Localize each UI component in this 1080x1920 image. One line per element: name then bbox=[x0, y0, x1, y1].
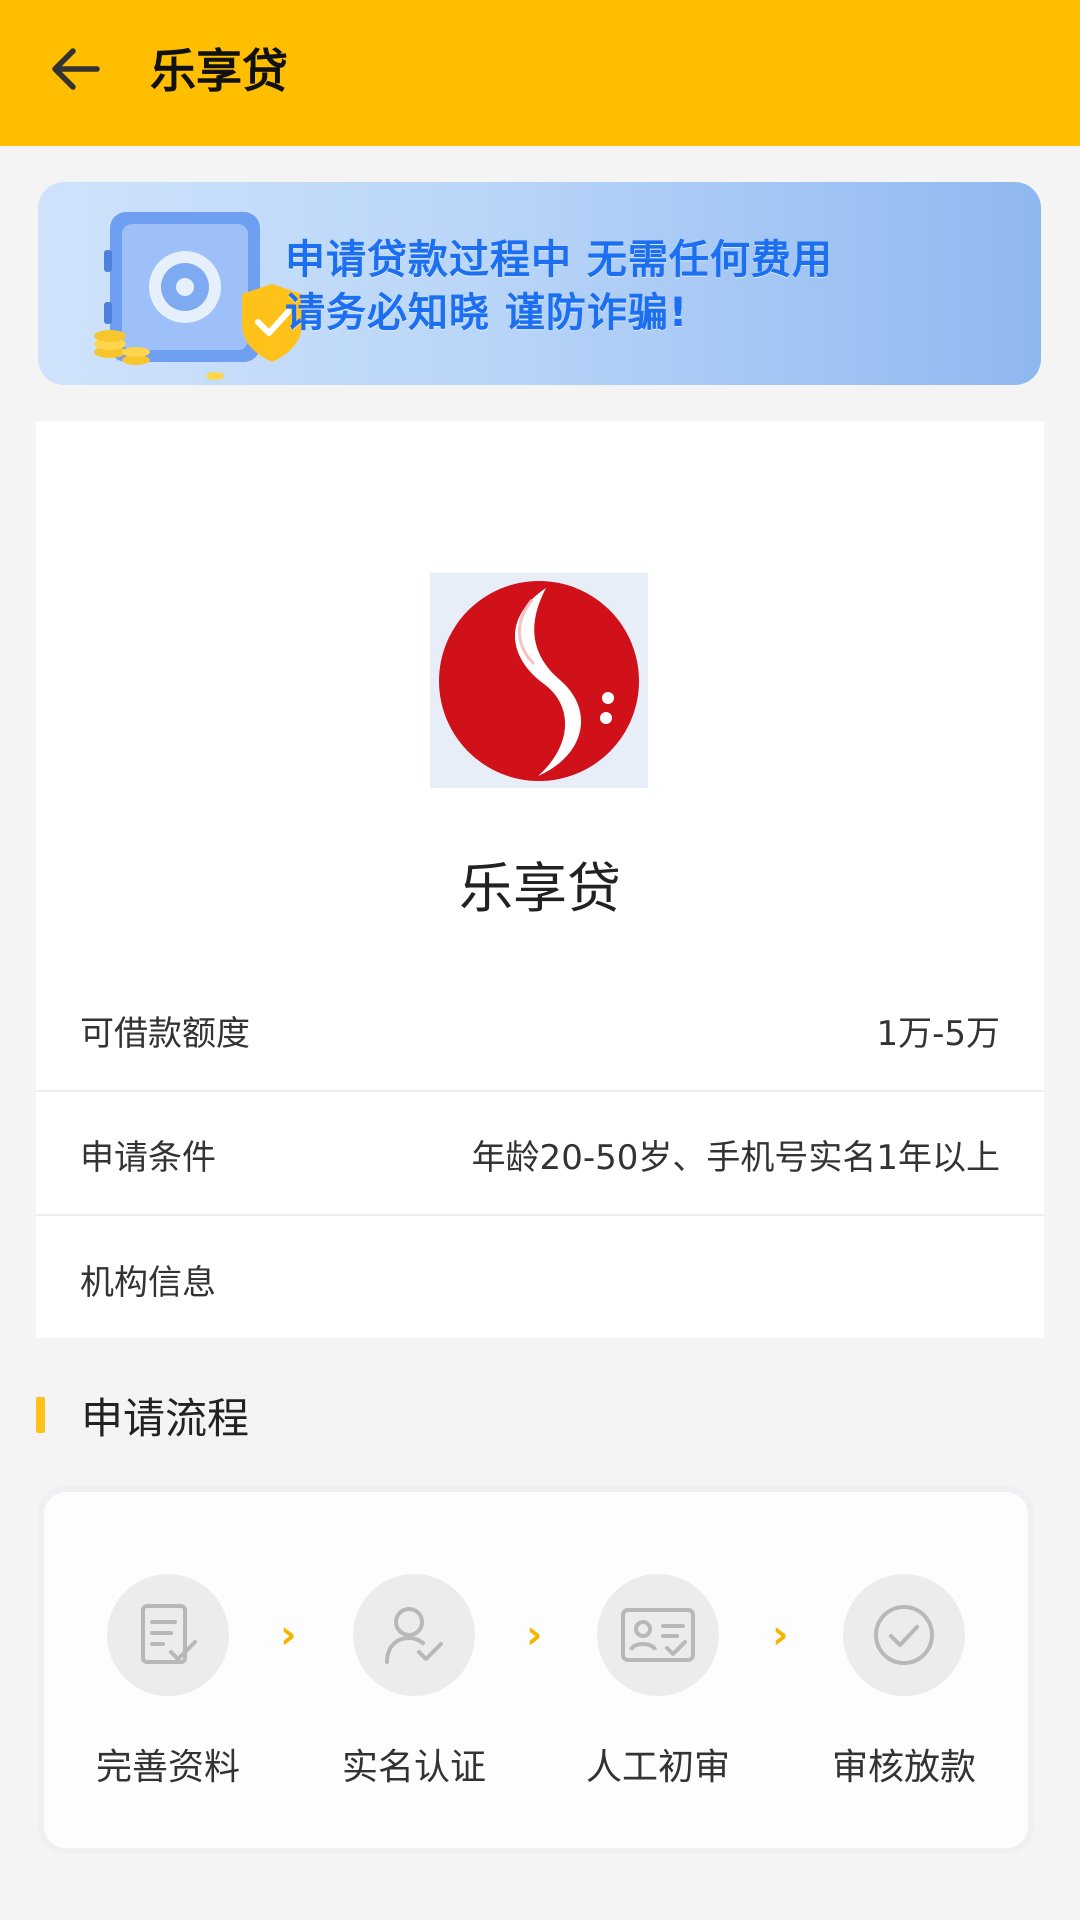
step-icon-wrap bbox=[597, 1574, 719, 1696]
row-label: 可借款额度 bbox=[80, 1013, 250, 1054]
row-value: 1万-5万 bbox=[876, 1013, 1000, 1054]
product-name: 乐享贷 bbox=[459, 857, 621, 920]
app-bar: 乐享贷 bbox=[0, 0, 1080, 146]
step-complete-info: 完善资料 bbox=[78, 1574, 258, 1790]
step-arrow-icon: › bbox=[772, 1612, 789, 1658]
row-label: 申请条件 bbox=[80, 1137, 216, 1178]
step-arrow-icon: › bbox=[280, 1612, 297, 1658]
form-edit-icon bbox=[141, 1604, 197, 1664]
row-value: 年龄20-50岁、手机号实名1年以上 bbox=[471, 1137, 1000, 1178]
arrow-left-icon bbox=[52, 48, 100, 90]
banner-line-1: 申请贷款过程中 无需任何费用 bbox=[285, 237, 833, 283]
info-row-loan-limit: 可借款额度 1万-5万 bbox=[36, 970, 1044, 1092]
step-label: 审核放款 bbox=[831, 1747, 976, 1788]
process-section-header: 申请流程 bbox=[36, 1380, 249, 1450]
banner-line-2: 请务必知晓 谨防诈骗! bbox=[285, 290, 689, 336]
step-arrow-icon: › bbox=[526, 1612, 543, 1658]
step-label: 完善资料 bbox=[95, 1747, 240, 1788]
info-row-conditions: 申请条件 年龄20-50岁、手机号实名1年以上 bbox=[36, 1094, 1044, 1216]
step-manual-review: 人工初审 bbox=[568, 1574, 748, 1790]
step-icon-wrap bbox=[353, 1574, 475, 1696]
id-card-icon bbox=[621, 1608, 695, 1662]
page-title: 乐享贷 bbox=[150, 44, 288, 98]
process-steps-card: 完善资料 › 实名认证 › 人工初审 › 审核放款 bbox=[44, 1492, 1028, 1848]
step-icon-wrap bbox=[107, 1574, 229, 1696]
row-label: 机构信息 bbox=[80, 1262, 216, 1303]
check-circle-icon bbox=[874, 1605, 934, 1665]
info-row-institution[interactable]: 机构信息 bbox=[36, 1218, 1044, 1340]
step-icon-wrap bbox=[843, 1574, 965, 1696]
red-s-logo bbox=[439, 580, 639, 781]
back-button[interactable] bbox=[44, 38, 106, 100]
step-approve-disburse: 审核放款 bbox=[814, 1574, 994, 1790]
product-logo bbox=[430, 573, 648, 788]
section-accent-bar bbox=[36, 1397, 45, 1433]
section-title: 申请流程 bbox=[81, 1393, 250, 1443]
step-label: 人工初审 bbox=[585, 1747, 730, 1788]
step-real-name: 实名认证 bbox=[324, 1574, 504, 1790]
step-label: 实名认证 bbox=[341, 1747, 486, 1788]
user-check-icon bbox=[385, 1607, 443, 1664]
